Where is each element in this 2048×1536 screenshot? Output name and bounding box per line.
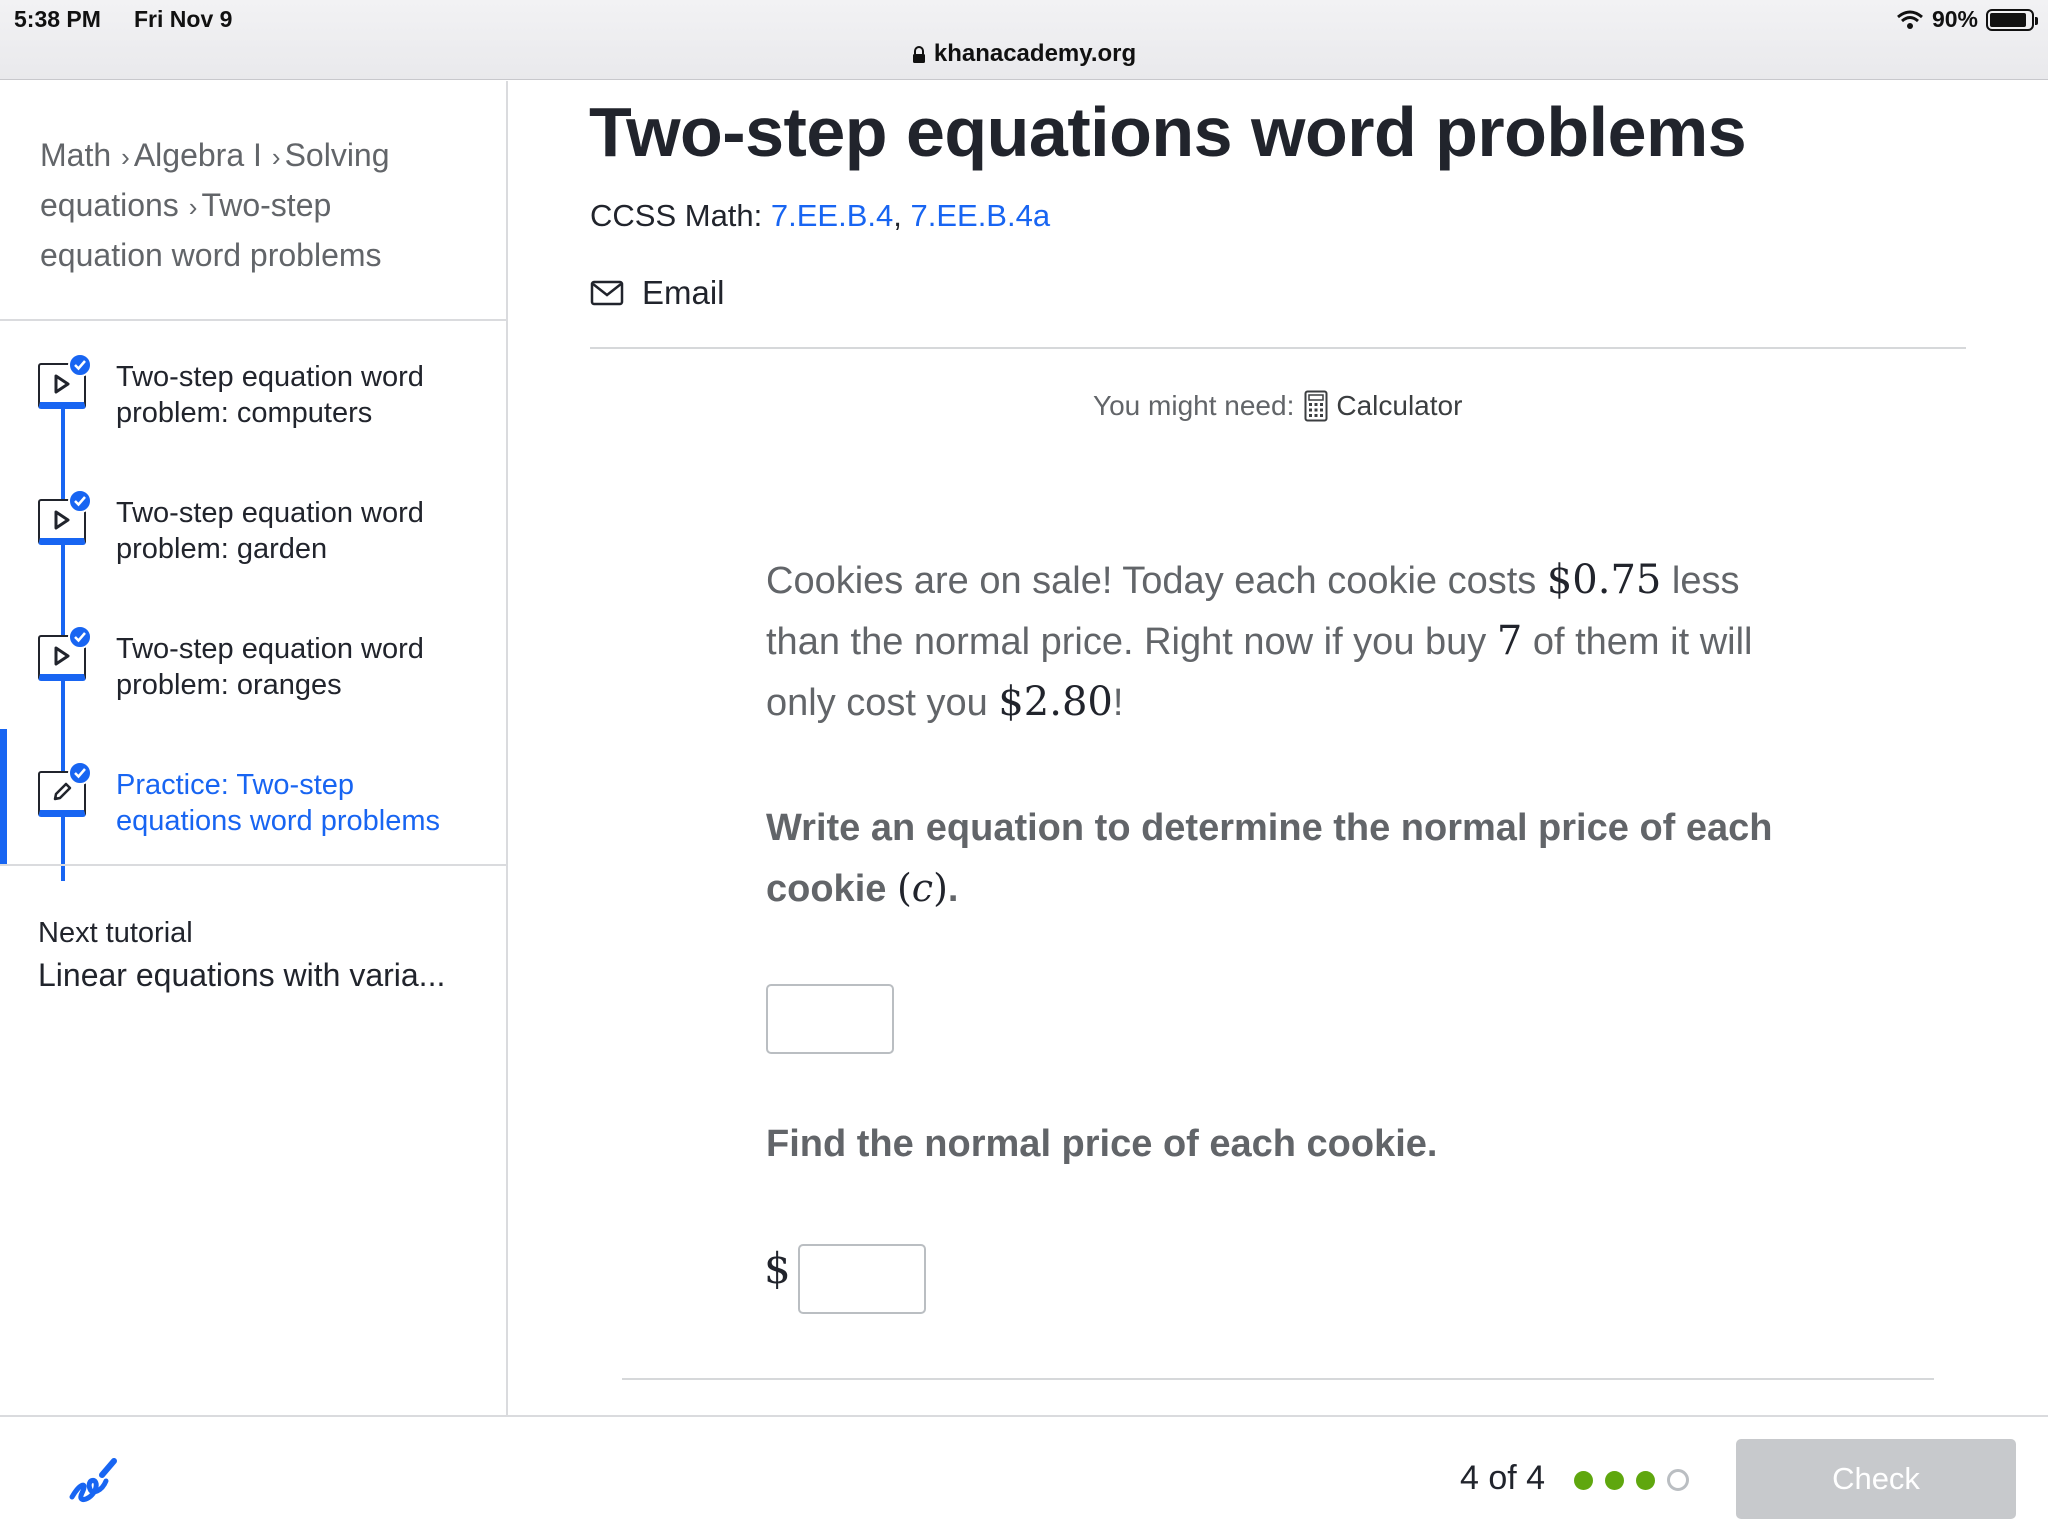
- email-button[interactable]: Email: [590, 274, 725, 312]
- might-need-label: You might need:: [1093, 390, 1295, 421]
- address-bar[interactable]: khanacademy.org: [0, 40, 2048, 68]
- ccss-link-7ee-b4[interactable]: 7.EE.B.4: [771, 198, 893, 233]
- chevron-right-icon: ›: [271, 142, 281, 172]
- ccss-standards: CCSS Math: 7.EE.B.4, 7.EE.B.4a: [590, 198, 1051, 233]
- sidebar: Math › Algebra I › Solving equations › Two-ste…: [0, 81, 508, 1415]
- breadcrumb-algebra[interactable]: Algebra I: [134, 137, 262, 173]
- problem-text-4: !: [1112, 682, 1124, 724]
- breadcrumb-math[interactable]: Math: [40, 137, 111, 173]
- next-tutorial-label: Next tutorial: [38, 917, 193, 949]
- battery-icon: [1986, 8, 2038, 31]
- sidebar-item-label: Practice: Two-step equations word proble…: [116, 769, 441, 837]
- battery-percent: 90%: [1931, 6, 1978, 32]
- divider: [0, 319, 506, 321]
- divider: [622, 1378, 1934, 1380]
- problem-text-1: Cookies are on sale! Today each cookie c…: [766, 560, 1547, 602]
- sidebar-item-garden[interactable]: Two-step equation word problem: garden: [0, 489, 506, 601]
- email-label: Email: [642, 274, 725, 311]
- might-need-row: You might need: Calculator: [1093, 390, 1462, 422]
- dollar-sign: $: [764, 1244, 791, 1293]
- divider: [0, 864, 506, 866]
- checkmark-icon: [68, 625, 92, 649]
- divider: [590, 347, 1966, 349]
- lock-icon: [912, 45, 925, 63]
- progress-dot-complete: [1605, 1470, 1624, 1490]
- progress-dot-empty: [1667, 1469, 1689, 1491]
- question-text: Write an equation to determine the norma…: [766, 798, 1786, 919]
- variable-c: (c): [896, 866, 948, 910]
- checkmark-icon: [68, 761, 92, 785]
- scratchpad-icon[interactable]: [66, 1453, 122, 1509]
- sidebar-item-computers[interactable]: Two-step equation word problem: computer…: [0, 353, 506, 465]
- ccss-link-7ee-b4a[interactable]: 7.EE.B.4a: [910, 198, 1050, 233]
- calculator-link[interactable]: Calculator: [1304, 390, 1462, 422]
- status-time: 5:38 PM: [14, 6, 101, 32]
- sidebar-item-oranges[interactable]: Two-step equation word problem: oranges: [0, 625, 506, 737]
- cookie-count-value: 7: [1496, 618, 1523, 664]
- page-title: Two-step equations word problems: [589, 93, 1747, 171]
- find-price-prompt: Find the normal price of each cookie.: [766, 1123, 1438, 1165]
- problem-text: Cookies are on sale! Today each cookie c…: [766, 550, 1786, 733]
- sidebar-item-label: Two-step equation word problem: oranges: [116, 633, 424, 701]
- price-answer-input[interactable]: [798, 1244, 926, 1314]
- status-indicators: 90%: [1896, 6, 2038, 33]
- calculator-icon: [1304, 390, 1328, 422]
- price-less-value: $0.75: [1546, 557, 1662, 603]
- equation-answer-input[interactable]: [766, 984, 894, 1054]
- chevron-right-icon: ›: [121, 142, 130, 172]
- progress-dot-complete: [1574, 1470, 1593, 1490]
- total-cost-value: $2.80: [998, 679, 1113, 725]
- question-counter: 4 of 4: [1460, 1459, 1546, 1497]
- envelope-icon: [590, 280, 624, 306]
- next-tutorial-link[interactable]: Linear equations with varia...: [38, 957, 445, 994]
- browser-top-bar: 5:38 PM Fri Nov 9 90% khanacademy.org: [0, 0, 2048, 80]
- ccss-prefix: CCSS Math:: [590, 198, 771, 233]
- calculator-label: Calculator: [1336, 390, 1463, 421]
- sidebar-item-practice[interactable]: Practice: Two-step equations word proble…: [0, 761, 506, 873]
- exercise-footer: 4 of 4 Check: [0, 1415, 2048, 1536]
- question-text-2: .: [947, 868, 959, 910]
- breadcrumb: Math › Algebra I › Solving equations › Two-ste…: [40, 131, 460, 279]
- sidebar-item-label: Two-step equation word problem: computer…: [116, 361, 424, 429]
- progress-dot-complete: [1636, 1470, 1655, 1490]
- wifi-icon: [1896, 10, 1923, 29]
- sidebar-item-label: Two-step equation word problem: garden: [116, 497, 424, 565]
- check-button[interactable]: Check: [1736, 1439, 2016, 1519]
- progress-dots: [1574, 1469, 1689, 1491]
- checkmark-icon: [68, 489, 92, 513]
- checkmark-icon: [68, 353, 92, 377]
- chevron-right-icon: ›: [188, 192, 198, 222]
- url-text: khanacademy.org: [933, 40, 1137, 67]
- status-date: Fri Nov 9: [134, 6, 233, 32]
